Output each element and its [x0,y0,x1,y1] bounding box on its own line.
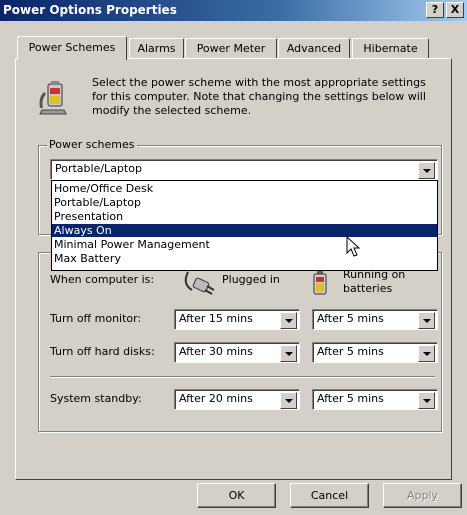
battery-label-line2: batteries [343,282,393,295]
tab-power-meter[interactable]: Power Meter [185,38,277,58]
monitor-plugged-select[interactable]: After 15 mins [174,309,300,330]
battery-icon [313,271,327,295]
cancel-button[interactable]: Cancel [290,483,369,508]
power-scheme-icon [39,81,67,115]
standby-plugged-select[interactable]: After 20 mins [174,389,300,410]
plugged-in-icon [184,271,215,295]
title-bar: Power Options Properties ? X [0,0,467,21]
chevron-down-icon[interactable] [280,392,297,409]
chevron-down-icon[interactable] [418,312,435,329]
turn-off-monitor-label: Turn off monitor: [50,312,142,325]
scheme-option-portable-laptop[interactable]: Portable/Laptop [52,196,437,209]
help-button[interactable]: ? [426,2,444,18]
turn-off-hard-disks-label: Turn off hard disks: [50,345,155,358]
when-computer-is-label: When computer is: [50,273,155,286]
tab-power-schemes[interactable]: Power Schemes [17,36,127,60]
hard-disks-battery-value: After 5 mins [317,345,384,358]
tab-alarms[interactable]: Alarms [129,38,184,58]
scheme-description: Select the power scheme with the most ap… [92,76,426,117]
scheme-option-presentation[interactable]: Presentation [52,210,437,223]
power-scheme-dropdown-list: Home/Office Desk Portable/Laptop Present… [51,180,438,271]
power-schemes-group-label: Power schemes [47,138,137,151]
scheme-option-max-battery[interactable]: Max Battery [52,252,437,265]
power-scheme-select[interactable]: Portable/Laptop [50,159,438,180]
standby-battery-value: After 5 mins [317,392,384,405]
close-button[interactable]: X [446,2,464,18]
scheme-option-home-office[interactable]: Home/Office Desk [52,182,437,195]
ok-button[interactable]: OK [197,483,276,508]
window-title: Power Options Properties [3,3,177,17]
chevron-down-icon[interactable] [418,345,435,362]
hard-disks-plugged-value: After 30 mins [179,345,253,358]
plugged-in-label: Plugged in [222,273,280,286]
chevron-down-icon[interactable] [280,345,297,362]
power-scheme-select-value: Portable/Laptop [55,162,142,175]
scheme-option-always-on[interactable]: Always On [52,224,437,237]
tab-advanced[interactable]: Advanced [278,38,350,58]
monitor-plugged-value: After 15 mins [179,312,253,325]
mouse-cursor-icon [346,236,361,257]
tab-hibernate[interactable]: Hibernate [352,38,429,58]
hard-disks-plugged-select[interactable]: After 30 mins [174,342,300,363]
apply-button[interactable]: Apply [383,483,462,508]
chevron-down-icon[interactable] [418,162,435,179]
standby-plugged-value: After 20 mins [179,392,253,405]
chevron-down-icon[interactable] [418,392,435,409]
standby-battery-select[interactable]: After 5 mins [312,389,438,410]
settings-separator [50,376,435,378]
hard-disks-battery-select[interactable]: After 5 mins [312,342,438,363]
scheme-option-minimal-power[interactable]: Minimal Power Management [52,238,437,251]
system-standby-label: System standby: [50,392,142,405]
chevron-down-icon[interactable] [280,312,297,329]
monitor-battery-select[interactable]: After 5 mins [312,309,438,330]
monitor-battery-value: After 5 mins [317,312,384,325]
